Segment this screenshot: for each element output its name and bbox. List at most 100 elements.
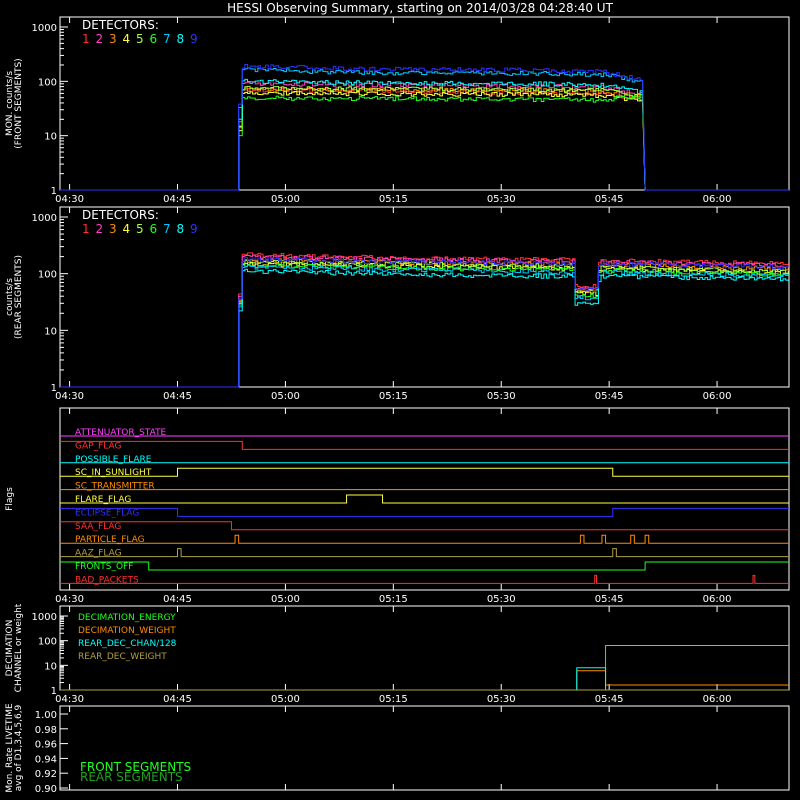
legend-detector-7: 7 [163,32,171,46]
legend-title: DETECTORS: [82,18,159,32]
x-tick-label: 05:30 [487,694,516,705]
y-tick-label: 0.96 [35,740,57,751]
livetime-ylabel-2: avg of D1,3,4,5,6,9 [14,704,24,791]
livetime-panel: 1.000.980.960.940.920.90Mon. Rate LIVETI… [5,703,790,795]
flag-line-sc-in-sunlight [60,467,789,477]
y-tick-label: 10 [44,132,57,143]
legend-detector-7: 7 [163,222,171,236]
legend-detector-3: 3 [109,32,117,46]
flag-line-fronts-off [60,561,789,571]
legend-detector-4: 4 [123,222,131,236]
flag-line-flare-flag [60,494,789,504]
x-tick-label: 04:30 [55,694,84,705]
y-tick-label: 1000 [32,612,57,623]
y-tick-label: 10 [44,326,57,337]
x-tick-label: 05:45 [595,391,624,402]
flag-line-particle-flag [60,534,789,544]
front-series-3 [60,86,789,191]
decimation-line-0 [60,644,789,691]
decimation-legend-2: REAR_DEC_CHAN/128 [78,639,177,649]
flags-panel: 04:30 04:45 05:00 05:15 05:30 05:45 06:00 Flags… [5,407,790,605]
y-tick-label: 0.94 [35,754,57,765]
x-tick-label: 05:15 [379,194,408,205]
y-tick-label: 100 [38,637,57,648]
flag-line-aaz-flag [60,548,789,558]
legend-detector-8: 8 [177,32,185,46]
front-series-4 [60,90,789,191]
x-tick-label: 05:45 [595,694,624,705]
legend-detector-4: 4 [123,32,131,46]
decimation-ylabel-2: CHANNEL or weight [14,603,24,692]
legend-detector-3: 3 [109,222,117,236]
rear-series-8 [60,268,789,388]
observing-summary-chart: HESSI Observing Summary, starting on 201… [5,1,790,795]
legend-detector-2: 2 [96,222,104,236]
flag-label-eclipse-flag: ECLIPSE_FLAG [75,508,139,518]
legend-detector-9: 9 [190,32,198,46]
x-tick-label: 06:00 [703,391,732,402]
y-tick-label: 1000 [32,23,57,34]
x-tick-label: 05:15 [379,391,408,402]
livetime-legend-1: REAR SEGMENTS [80,770,183,784]
x-tick-label: 05:30 [487,391,516,402]
y-tick-label: 10 [44,661,57,672]
rear-ylabel-2: (REAR SEGMENTS) [14,255,24,339]
rear-series-4 [60,261,789,388]
y-tick-label: 1.00 [35,710,57,721]
x-tick-label: 04:30 [55,594,84,605]
flag-label-gap-flag: GAP_FLAG [75,441,121,451]
rear-panel: 04:30 04:45 05:00 05:15 05:30 05:45 06:00 1000 1… [5,206,790,402]
y-tick-label: 1 [51,186,57,197]
x-tick-label: 05:15 [379,594,408,605]
x-tick-label: 05:00 [271,594,300,605]
rear-series-5 [60,259,789,388]
x-tick-label: 06:00 [703,694,732,705]
y-tick-label: 0.92 [35,769,57,780]
decimation-legend-3: REAR_DEC_WEIGHT [78,652,167,662]
y-tick-label: 1000 [32,213,57,224]
x-tick-label: 05:00 [271,194,300,205]
x-tick-label: 05:00 [271,694,300,705]
x-tick-label: 04:30 [55,194,84,205]
legend-detector-8: 8 [177,222,185,236]
x-tick-label: 05:45 [595,594,624,605]
y-tick-label: 1 [51,686,57,697]
decimation-line-2 [60,667,789,691]
rear-series-7 [60,264,789,388]
flags-frame [59,407,790,591]
x-tick-label: 05:45 [595,194,624,205]
legend-detector-5: 5 [136,32,144,46]
front-series-1 [60,87,789,191]
x-tick-label: 04:45 [163,694,192,705]
y-tick-label: 100 [38,270,57,281]
decimation-panel: 04:30 04:45 05:00 05:15 05:30 05:45 06:00 1000 1… [5,603,790,705]
legend-detector-6: 6 [150,222,158,236]
rear-series-6 [60,263,789,388]
chart-title: HESSI Observing Summary, starting on 201… [227,1,613,15]
flag-line-gap-flag [60,440,789,450]
x-tick-label: 06:00 [703,194,732,205]
front-panel: 04:30 04:45 05:00 05:15 05:30 05:45 06:00 1000 1… [5,16,790,205]
x-tick-label: 05:00 [271,391,300,402]
flag-line-saa-flag [60,521,789,531]
flags-ylabel-1: Flags [5,487,15,511]
legend-detector-1: 1 [82,32,90,46]
legend-detector-6: 6 [150,32,158,46]
front-ylabel-2: (FRONT SEGMENTS) [14,58,24,148]
x-tick-label: 04:45 [163,194,192,205]
legend-detector-2: 2 [96,32,104,46]
x-tick-label: 05:30 [487,194,516,205]
legend-title: DETECTORS: [82,208,159,222]
y-tick-label: 0.98 [35,725,57,736]
decimation-legend-0: DECIMATION_ENERGY [78,613,176,623]
x-tick-label: 06:00 [703,594,732,605]
x-tick-label: 04:30 [55,391,84,402]
front-series-5 [60,85,789,191]
x-tick-label: 05:30 [487,594,516,605]
x-tick-label: 04:45 [163,594,192,605]
x-tick-label: 04:45 [163,391,192,402]
legend-detector-9: 9 [190,222,198,236]
flag-line-eclipse-flag [60,507,789,517]
legend-detector-5: 5 [136,222,144,236]
legend-detector-1: 1 [82,222,90,236]
